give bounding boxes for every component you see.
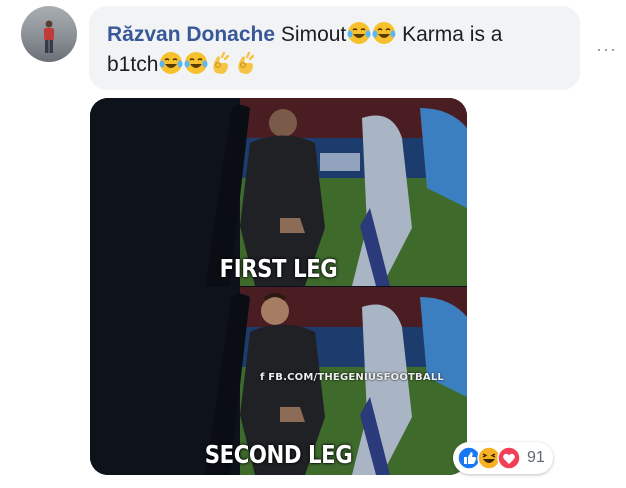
tears-of-joy-emoji-icon [372,22,396,44]
comment-bubble: Răzvan Donache Simout Karma is a b1tch [89,6,580,90]
reaction-count: 91 [527,449,545,466]
tears-of-joy-emoji-icon [347,22,371,44]
meme-panel-second-leg: f FB.COM/THEGENIUSFOOTBALL SECOND LEG [90,287,467,475]
meme-panel-first-leg: FIRST LEG [90,98,467,286]
meme-caption-second-leg: SECOND LEG [204,440,353,469]
comment-author-name[interactable]: Răzvan Donache [107,23,275,46]
comment-text: Simout [280,23,347,46]
tears-of-joy-emoji-icon [159,52,183,74]
comment-text: b1tch [107,53,159,76]
love-icon [497,446,521,470]
meme-caption-first-leg: FIRST LEG [219,254,338,283]
more-options-icon[interactable]: ··· [596,40,617,58]
commenter-avatar[interactable] [21,6,77,62]
comment-text: Karma is a [402,23,503,46]
tears-of-joy-emoji-icon [184,52,208,74]
avatar-person-figure [44,20,54,53]
meme-watermark: f FB.COM/THEGENIUSFOOTBALL [260,372,444,383]
ok-hand-emoji-icon [213,51,230,74]
reactions-summary[interactable]: 91 [453,442,553,474]
meme-image[interactable]: FIRST LEG f FB.COM/THEGENIUSFOOTBALL SEC… [90,98,467,475]
ok-hand-emoji-icon [238,51,255,74]
